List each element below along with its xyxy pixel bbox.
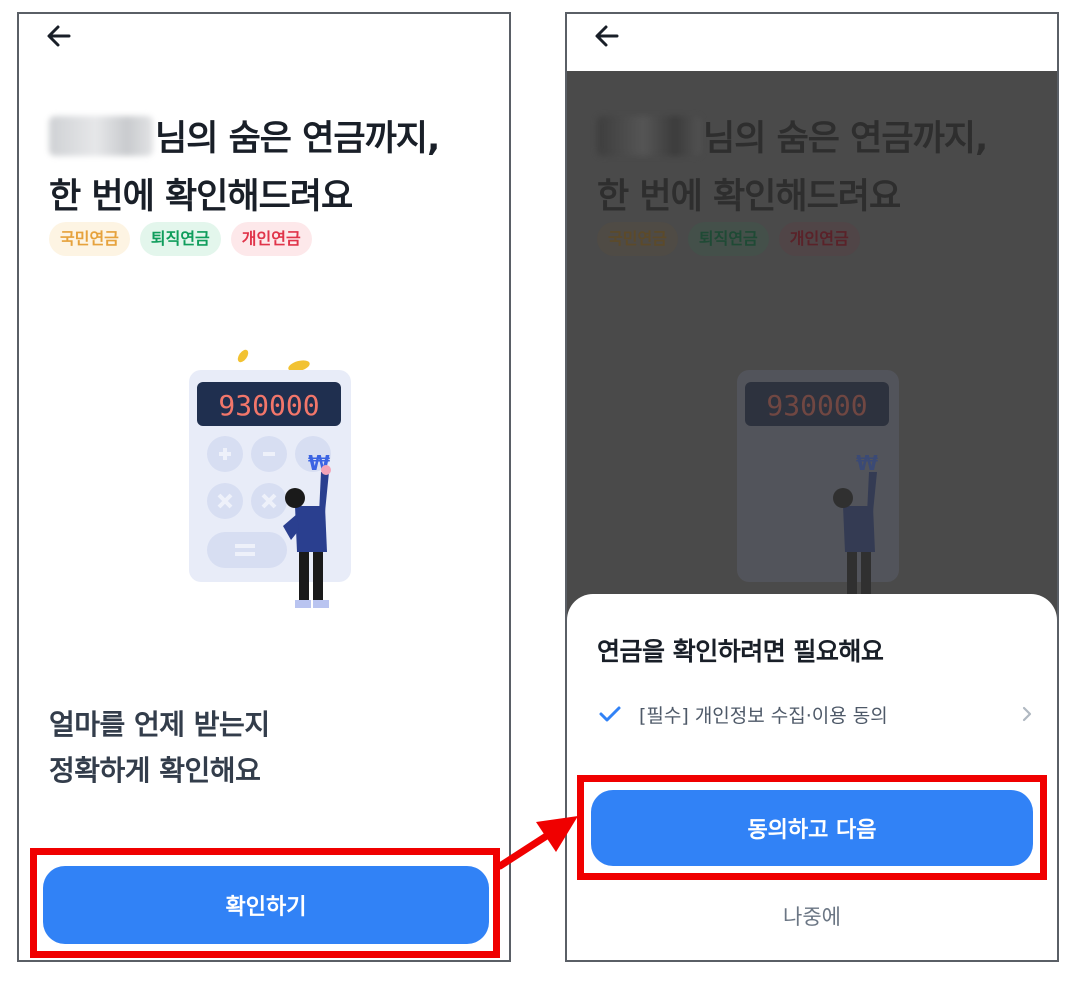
title-line-2: 한 번에 확인해드려요 bbox=[49, 177, 353, 217]
highlight-box-agree bbox=[577, 775, 1047, 880]
chip-personal-pension: 개인연금 bbox=[230, 222, 312, 256]
pension-type-chips: 국민연금 퇴직연금 개인연금 bbox=[49, 222, 312, 256]
title-suffix: 님의 숨은 연금까지, bbox=[155, 119, 440, 159]
chip-personal-pension: 개인연금 bbox=[778, 222, 860, 256]
chevron-right-icon bbox=[1022, 706, 1032, 722]
arrow-left-icon bbox=[595, 25, 619, 47]
page-title: 님의 숨은 연금까지, 한 번에 확인해드려요 bbox=[49, 110, 489, 226]
chip-retirement-pension: 퇴직연금 bbox=[687, 222, 769, 256]
title-line-2: 한 번에 확인해드려요 bbox=[597, 177, 901, 217]
calculator-illustration: 930000 ₩ bbox=[169, 344, 369, 624]
blurred-user-name bbox=[49, 116, 153, 156]
back-button[interactable] bbox=[587, 16, 627, 56]
sheet-title: 연금을 확인하려면 필요해요 bbox=[597, 637, 884, 666]
subtitle: 얼마를 언제 받는지 정확하게 확인해요 bbox=[49, 702, 270, 794]
chip-national-pension: 국민연금 bbox=[597, 222, 678, 256]
chip-national-pension: 국민연금 bbox=[49, 222, 130, 256]
top-bar bbox=[567, 14, 1057, 71]
chip-retirement-pension: 퇴직연금 bbox=[139, 222, 221, 256]
title-suffix: 님의 숨은 연금까지, bbox=[703, 119, 988, 159]
back-button[interactable] bbox=[39, 16, 79, 56]
calculator-display: 930000 bbox=[766, 389, 867, 422]
later-button[interactable]: 나중에 bbox=[757, 894, 867, 938]
arrow-left-icon bbox=[47, 25, 71, 47]
consent-item-row[interactable]: [필수] 개인정보 수집·이용 동의 bbox=[597, 692, 1037, 736]
calculator-illustration: 930000 ₩ bbox=[717, 344, 917, 624]
pension-type-chips: 국민연금 퇴직연금 개인연금 bbox=[597, 222, 860, 256]
consent-item-label: [필수] 개인정보 수집·이용 동의 bbox=[639, 704, 888, 727]
left-phone-screen: 님의 숨은 연금까지, 한 번에 확인해드려요 국민연금 퇴직연금 개인연금 9… bbox=[17, 12, 511, 962]
subtitle-line-1: 얼마를 언제 받는지 bbox=[49, 708, 270, 741]
page-title: 님의 숨은 연금까지, 한 번에 확인해드려요 bbox=[597, 110, 1037, 226]
highlight-box-confirm bbox=[30, 848, 500, 958]
blurred-user-name bbox=[597, 116, 701, 156]
subtitle-line-2: 정확하게 확인해요 bbox=[49, 754, 261, 787]
check-icon bbox=[599, 706, 621, 722]
won-currency-icon: ₩ bbox=[856, 451, 878, 475]
calculator-display: 930000 bbox=[218, 389, 319, 422]
